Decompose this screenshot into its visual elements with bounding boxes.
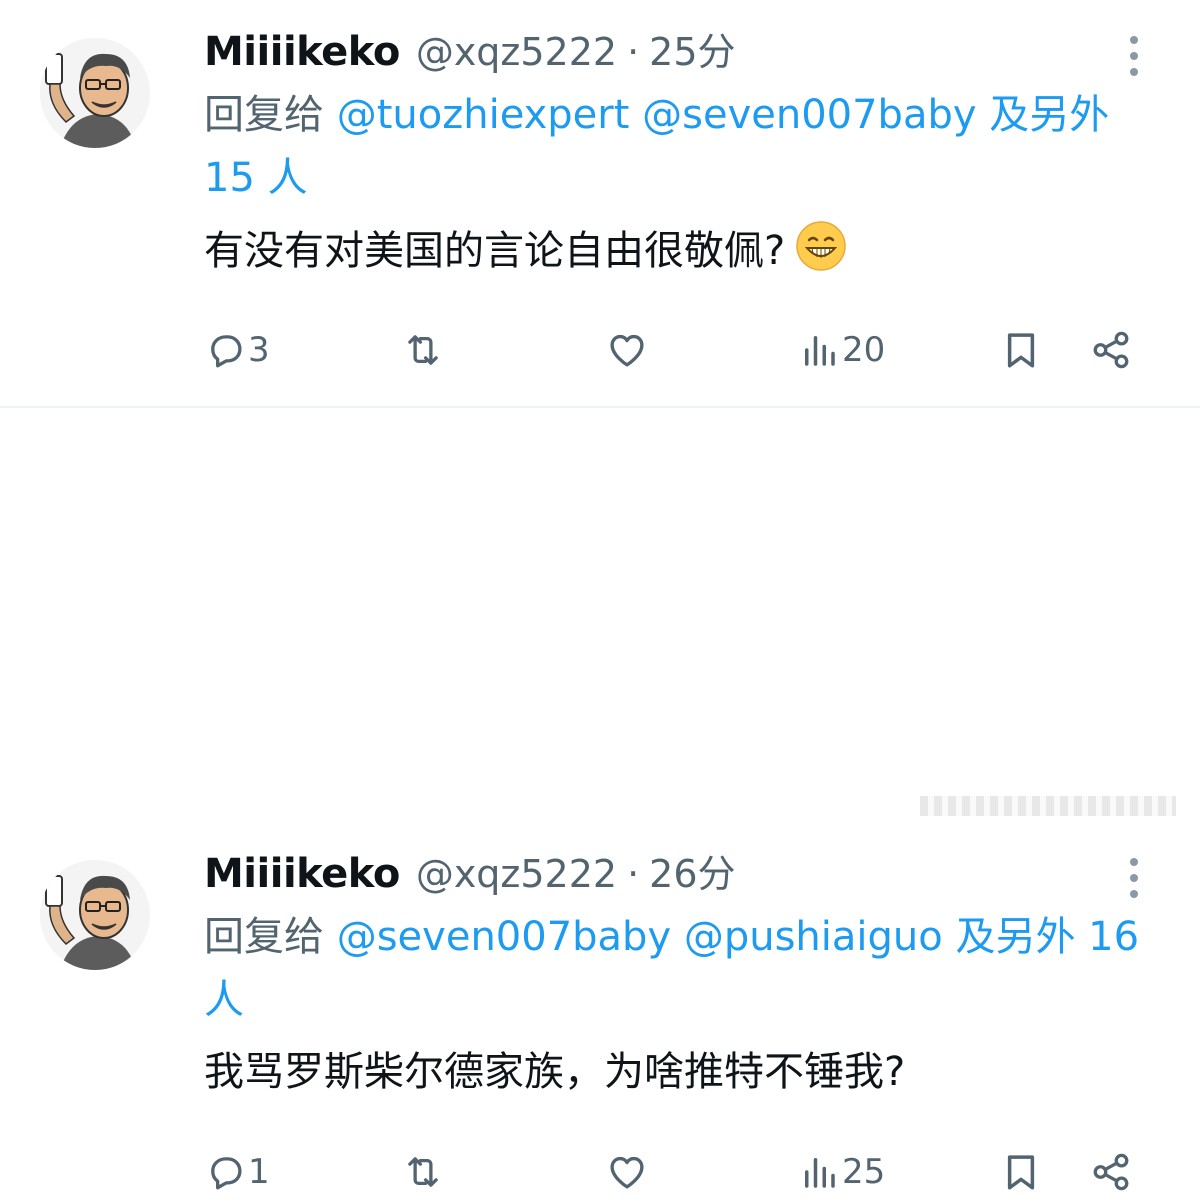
like-button[interactable] xyxy=(606,1144,648,1200)
mention-link[interactable]: @pushiaiguo xyxy=(684,914,943,960)
action-bar: 1 25 xyxy=(200,1144,1160,1200)
retweet-icon xyxy=(408,335,438,365)
tweet-feed: Miiiikeko @xqz5222 · 25分 回复给 @tuozhiexpe… xyxy=(0,0,1200,1192)
avatar[interactable] xyxy=(40,860,150,970)
heart-icon xyxy=(610,1156,644,1189)
display-name[interactable]: Miiiikeko xyxy=(204,22,400,82)
tweet-header: Miiiikeko @xqz5222 · 26分 xyxy=(204,844,1144,904)
mention-link[interactable]: @tuozhiexpert xyxy=(337,92,630,138)
timestamp[interactable]: 25分 xyxy=(649,22,735,82)
reply-button[interactable]: 1 xyxy=(204,1144,270,1200)
reply-context: 回复给 @tuozhiexpert @seven007baby 及另外 15 人 xyxy=(204,84,1144,210)
tweet[interactable]: Miiiikeko @xqz5222 · 25分 回复给 @tuozhiexpe… xyxy=(0,0,1200,408)
user-handle[interactable]: @xqz5222 xyxy=(416,22,617,82)
avatar[interactable] xyxy=(40,38,150,148)
tweet-content: Miiiikeko @xqz5222 · 25分 回复给 @tuozhiexpe… xyxy=(204,22,1144,281)
tweet-body: 有没有对美国的言论自由很敬佩? xyxy=(204,228,786,274)
action-bar: 3 20 xyxy=(200,322,1160,378)
views-count: 25 xyxy=(842,1152,886,1192)
share-button[interactable] xyxy=(1090,322,1132,378)
reply-button[interactable]: 3 xyxy=(204,322,270,378)
tweet-text: 有没有对美国的言论自由很敬佩? xyxy=(204,220,1144,281)
views-button[interactable]: 25 xyxy=(798,1144,885,1200)
views-icon xyxy=(805,1158,835,1188)
retweet-button[interactable] xyxy=(402,322,444,378)
tweet[interactable]: Miiiikeko @xqz5222 · 26分 回复给 @seven007ba… xyxy=(0,408,1200,1192)
more-vertical-icon[interactable] xyxy=(1124,850,1144,906)
grinning-squinting-face-icon xyxy=(796,221,846,271)
reply-icon xyxy=(211,1157,242,1190)
watermark-strip xyxy=(920,796,1176,816)
reply-context: 回复给 @seven007baby @pushiaiguo 及另外 16 人 xyxy=(204,906,1144,1032)
timestamp[interactable]: 26分 xyxy=(649,844,735,904)
tweet-body: 我骂罗斯柴尔德家族，为啥推特不锤我? xyxy=(204,1049,906,1095)
like-button[interactable] xyxy=(606,322,648,378)
display-name[interactable]: Miiiikeko xyxy=(204,844,400,904)
bookmark-button[interactable] xyxy=(1000,322,1042,378)
reply-prefix: 回复给 xyxy=(204,92,324,138)
reply-icon xyxy=(211,335,242,368)
views-button[interactable]: 20 xyxy=(798,322,885,378)
reply-count: 1 xyxy=(248,1152,270,1192)
retweet-icon xyxy=(408,1157,438,1187)
user-handle[interactable]: @xqz5222 xyxy=(416,844,617,904)
separator-dot: · xyxy=(627,30,640,74)
views-count: 20 xyxy=(842,330,886,370)
more-vertical-icon[interactable] xyxy=(1124,28,1144,84)
tweet-text: 我骂罗斯柴尔德家族，为啥推特不锤我? xyxy=(204,1042,1144,1102)
share-icon xyxy=(1093,331,1129,369)
mention-link[interactable]: @seven007baby xyxy=(642,92,976,138)
reply-prefix: 回复给 xyxy=(204,914,324,960)
bookmark-button[interactable] xyxy=(1000,1144,1042,1200)
reply-count: 3 xyxy=(248,330,270,370)
share-icon xyxy=(1093,1153,1129,1191)
views-icon xyxy=(805,336,835,366)
share-button[interactable] xyxy=(1090,1144,1132,1200)
avatar-image xyxy=(40,860,150,970)
heart-icon xyxy=(610,334,644,367)
tweet-content: Miiiikeko @xqz5222 · 26分 回复给 @seven007ba… xyxy=(204,844,1144,1102)
bookmark-icon xyxy=(1007,333,1035,368)
tweet-header: Miiiikeko @xqz5222 · 25分 xyxy=(204,22,1144,82)
mention-link[interactable]: @seven007baby xyxy=(337,914,671,960)
retweet-button[interactable] xyxy=(402,1144,444,1200)
avatar-image xyxy=(40,38,150,148)
separator-dot: · xyxy=(627,852,640,896)
bookmark-icon xyxy=(1007,1155,1035,1190)
